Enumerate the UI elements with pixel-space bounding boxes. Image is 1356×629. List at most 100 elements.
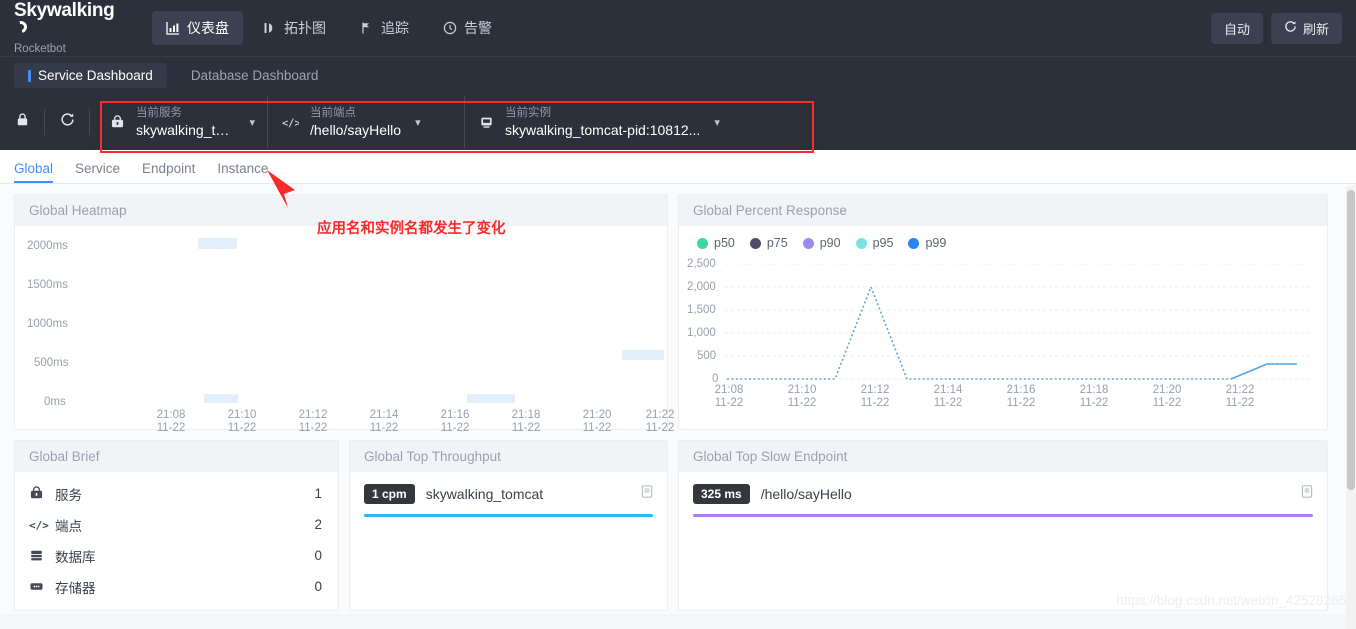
slow-bar (693, 514, 1313, 517)
endpoint-selector-value: /hello/sayHello (310, 121, 402, 138)
dashboard-tab-database-label: Database Dashboard (190, 68, 319, 83)
legend-item-p95[interactable]: p95 (855, 236, 893, 250)
resp-ytick-2500: 2,500 (687, 258, 716, 270)
bottom-row: Global Brief 服务 1 </> 端点 2 数据库 0 存储器 0 G… (14, 440, 1342, 611)
nav-item-dashboard[interactable]: 仪表盘 (152, 11, 243, 45)
heatmap-xtick: 21:18 11-22 (511, 409, 541, 434)
logo-text: Skywalking (14, 0, 115, 21)
logo-subtitle: Rocketbot (14, 42, 66, 55)
chevron-down-icon[interactable]: ▾ (249, 116, 255, 129)
nav-right-actions: 自动 刷新 (1210, 0, 1342, 56)
legend-swatch-p75 (749, 237, 761, 249)
app-logo[interactable]: Skywalking Rocketbot (12, 0, 124, 56)
dashboard-tab-database[interactable]: Database Dashboard (177, 63, 333, 88)
endpoint-selector[interactable]: </> 当前端点 /hello/sayHello ▾ (268, 96, 465, 148)
database-icon (29, 548, 55, 563)
annotation-arrow-icon (267, 170, 295, 208)
legend-item-p90[interactable]: p90 (802, 236, 841, 250)
cache-icon (29, 579, 55, 594)
reload-icon (60, 112, 75, 132)
service-icon (29, 486, 55, 501)
chevron-down-icon-3[interactable]: ▾ (714, 116, 720, 129)
auto-refresh-label: 自动 (1223, 21, 1250, 37)
panel-global-percent-response: Global Percent Response p50 p75 p90 p95 … (678, 194, 1328, 430)
trace-icon (360, 21, 374, 35)
brief-label-service: 服务 (55, 487, 82, 503)
copy-icon[interactable] (640, 484, 654, 504)
nav-item-trace[interactable]: 追踪 (346, 11, 423, 45)
brief-value-service: 1 (314, 486, 322, 501)
top-throughput-list: 1 cpm skywalking_tomcat (350, 472, 667, 517)
dashboard-content: Global Heatmap 2000ms 1500ms 1000ms 500m… (0, 184, 1356, 614)
service-selector-label: 当前服务 (136, 106, 182, 119)
resp-xtick: 21:10 11-22 (787, 384, 817, 409)
legend-swatch-p99 (908, 237, 920, 249)
heatmap-xtick: 21:12 11-22 (298, 409, 328, 434)
refresh-icon (1284, 20, 1297, 36)
alarm-icon (443, 21, 457, 35)
service-selector[interactable]: 当前服务 skywalking_tomcat ▾ (96, 96, 268, 148)
endpoint-selector-label: 当前端点 (310, 106, 356, 119)
list-item[interactable]: 1 cpm skywalking_tomcat (350, 472, 667, 517)
endpoint-icon: </> (29, 518, 55, 532)
resp-xtick: 21:20 11-22 (1152, 384, 1182, 409)
brief-row-database[interactable]: 数据库 0 (15, 540, 338, 571)
legend-item-p99[interactable]: p99 (908, 236, 946, 250)
heatmap-cell[interactable] (622, 350, 664, 360)
sub-tab-endpoint[interactable]: Endpoint (142, 161, 195, 183)
sub-tab-service[interactable]: Service (75, 161, 120, 183)
resp-ytick-1500: 1,500 (687, 304, 716, 316)
vertical-scrollbar-thumb[interactable] (1347, 190, 1355, 490)
refresh-label: 刷新 (1302, 21, 1329, 37)
auto-refresh-button[interactable]: 自动 (1210, 12, 1263, 44)
slow-badge: 325 ms (693, 484, 750, 504)
legend-label-p90: p90 (819, 236, 841, 250)
chevron-down-icon-2[interactable]: ▾ (415, 116, 421, 129)
selector-bar: 当前服务 skywalking_tomcat ▾ </> 当前端点 /hello… (0, 94, 1356, 150)
sub-tab-global[interactable]: Global (14, 161, 54, 183)
heatmap-xtick: 21:16 11-22 (440, 409, 470, 434)
percent-response-chart[interactable]: 2,500 2,000 1,500 1,000 500 0 21:08 11-2… (679, 250, 1327, 415)
topology-icon (263, 21, 277, 35)
dashboard-tab-service-label: Service Dashboard (38, 68, 153, 83)
legend-swatch-p95 (855, 237, 867, 249)
lock-button[interactable] (0, 94, 44, 150)
reload-button[interactable] (45, 94, 89, 150)
throughput-bar (364, 514, 653, 517)
copy-icon[interactable] (1300, 484, 1314, 504)
percent-response-plot (725, 264, 1313, 380)
brief-row-cache[interactable]: 存储器 0 (15, 571, 338, 602)
resp-xtick: 21:12 11-22 (860, 384, 890, 409)
legend-item-p75[interactable]: p75 (749, 236, 788, 250)
instance-selector-label: 当前实例 (505, 106, 551, 119)
instance-selector[interactable]: 当前实例 skywalking_tomcat-pid:10812... ▾ (465, 96, 733, 148)
heatmap-chart[interactable]: 2000ms 1500ms 1000ms 500ms 0ms 21:08 11-2… (15, 226, 674, 434)
dashboard-tab-bar: Service Dashboard Database Dashboard (0, 56, 1356, 94)
top-slow-list: 325 ms /hello/sayHello (679, 472, 1327, 517)
heatmap-ytick-500: 500ms (34, 357, 69, 369)
heatmap-cell[interactable] (198, 238, 237, 249)
brief-value-cache: 0 (314, 579, 322, 594)
selector-group: 当前服务 skywalking_tomcat ▾ </> 当前端点 /hello… (96, 94, 733, 150)
nav-item-alarm[interactable]: 告警 (429, 11, 506, 45)
legend-label-p99: p99 (925, 236, 947, 250)
annotation-text: 应用名和实例名都发生了变化 (317, 221, 506, 237)
heatmap-ytick-1500: 1500ms (27, 279, 68, 291)
sub-tab-instance[interactable]: Instance (217, 161, 268, 183)
brief-value-endpoint: 2 (314, 517, 322, 532)
heatmap-cell[interactable] (204, 394, 238, 403)
legend-item-p50[interactable]: p50 (697, 236, 735, 250)
panel-global-top-slow-endpoint: Global Top Slow Endpoint 325 ms /hello/s… (678, 440, 1328, 611)
nav-item-topology[interactable]: 拓扑图 (249, 11, 340, 45)
refresh-button[interactable]: 刷新 (1270, 12, 1342, 44)
brief-row-service[interactable]: 服务 1 (15, 478, 338, 509)
logo-swoosh-icon (12, 18, 30, 35)
brief-row-endpoint[interactable]: </> 端点 2 (15, 509, 338, 540)
heatmap-cell[interactable] (467, 394, 515, 403)
heatmap-xtick: 21:08 11-22 (141, 409, 201, 435)
resp-ytick-2000: 2,000 (687, 281, 716, 293)
dashboard-tab-service[interactable]: Service Dashboard (14, 63, 167, 88)
service-icon (110, 114, 125, 130)
list-item[interactable]: 325 ms /hello/sayHello (679, 472, 1327, 517)
resp-xtick: 21:18 11-22 (1079, 384, 1109, 409)
